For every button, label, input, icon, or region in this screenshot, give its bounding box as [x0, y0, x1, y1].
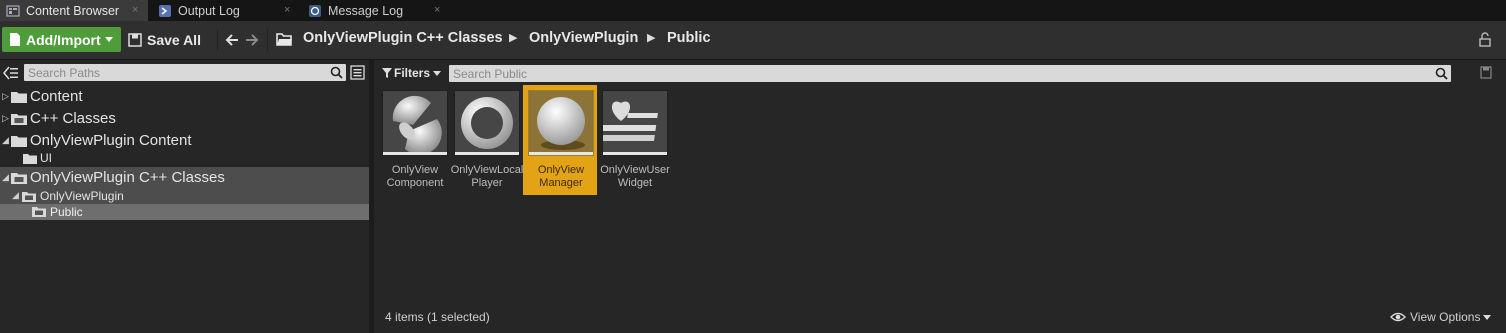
expand-arrow-icon[interactable]: ▷: [2, 113, 9, 124]
view-options-button[interactable]: View Options: [1390, 310, 1492, 324]
tree-item-label: OnlyViewPlugin C++ Classes: [30, 169, 225, 186]
tab-content-browser[interactable]: Content Browser ×: [0, 0, 148, 21]
asset-thumbnail: [454, 90, 520, 156]
asset-thumbnail: [528, 90, 594, 156]
tree-item-public[interactable]: Public: [0, 204, 369, 220]
chevron-down-icon: [104, 36, 113, 42]
collapse-arrow-icon[interactable]: ◢: [2, 135, 9, 146]
ring-icon: [461, 97, 513, 149]
tab-bar: Content Browser × Output Log × Message L…: [0, 0, 1506, 21]
asset-name: OnlyViewLocal Player: [450, 164, 524, 189]
tab-message-log[interactable]: Message Log ×: [302, 0, 448, 21]
view-options-label: View Options: [1410, 310, 1481, 324]
component-sphere-icon: [392, 95, 442, 155]
forward-arrow-icon[interactable]: [245, 33, 259, 47]
asset-name: OnlyView Component: [386, 164, 444, 189]
chevron-down-icon: [433, 70, 442, 76]
search-paths-field[interactable]: [24, 64, 346, 82]
collapse-arrow-icon[interactable]: ◢: [2, 172, 9, 183]
filters-button[interactable]: Filters: [382, 64, 442, 82]
new-file-icon: [10, 33, 20, 46]
code-folder-icon: [11, 173, 27, 184]
asset-name: OnlyView Manager: [537, 164, 585, 189]
breadcrumb-separator-icon[interactable]: ▶: [509, 31, 517, 44]
folder-icon: [23, 154, 37, 164]
folder-open-icon[interactable]: [276, 32, 293, 46]
breadcrumb-item[interactable]: OnlyViewPlugin C++ Classes: [303, 30, 503, 46]
asset-thumbnail: [382, 90, 448, 156]
tab-output-log[interactable]: Output Log ×: [152, 0, 298, 21]
output-log-icon: [159, 4, 171, 17]
eye-icon: [1390, 312, 1406, 322]
close-icon[interactable]: ×: [284, 4, 290, 16]
search-icon[interactable]: [330, 66, 343, 79]
divider: [217, 29, 218, 51]
tree-item-plugin-content[interactable]: ◢ OnlyViewPlugin Content: [0, 131, 369, 151]
collapse-arrow-icon[interactable]: ◢: [12, 190, 19, 201]
save-icon: [128, 32, 142, 47]
search-icon[interactable]: [1435, 67, 1448, 80]
tree-item-label: UI: [40, 151, 52, 165]
breadcrumb-separator-icon[interactable]: ▶: [647, 31, 655, 44]
tab-label: Message Log: [328, 3, 404, 18]
tree-item-label: OnlyViewPlugin: [40, 189, 124, 203]
close-icon[interactable]: ×: [132, 4, 138, 16]
breadcrumb-item[interactable]: Public: [667, 30, 711, 46]
tree-item-content[interactable]: ▷ Content: [0, 87, 369, 107]
content-browser-icon: [6, 4, 20, 17]
path-tree-panel: ▷ Content ▷ C++ Classes ◢ OnlyViewPlugin…: [0, 60, 369, 333]
divider: [267, 29, 268, 51]
folder-icon: [11, 136, 27, 147]
lock-icon[interactable]: [1478, 32, 1492, 47]
tree-item-label: Public: [50, 205, 83, 219]
tree-item-onlyviewplugin[interactable]: ◢ OnlyViewPlugin: [0, 189, 369, 204]
breadcrumb-item[interactable]: OnlyViewPlugin: [529, 30, 638, 46]
tab-label: Content Browser: [26, 3, 120, 18]
tree-item-plugin-cpp-classes[interactable]: ◢ OnlyViewPlugin C++ Classes: [0, 167, 369, 189]
asset-name: OnlyViewUser Widget: [600, 164, 670, 189]
search-paths-input[interactable]: [24, 64, 318, 82]
code-folder-icon: [11, 114, 27, 125]
close-icon[interactable]: ×: [434, 4, 440, 16]
folder-icon: [11, 92, 27, 103]
save-search-icon[interactable]: [1480, 66, 1492, 79]
tree-item-label: Content: [30, 88, 83, 105]
code-folder-icon: [32, 207, 46, 217]
tree-item-cpp-classes[interactable]: ▷ C++ Classes: [0, 109, 369, 129]
filters-label: Filters: [394, 66, 431, 80]
save-all-label: Save All: [147, 31, 201, 48]
tab-label: Output Log: [178, 3, 240, 18]
item-count-status: 4 items (1 selected): [385, 310, 490, 324]
filter-icon: [382, 68, 392, 78]
code-folder-icon: [22, 192, 36, 202]
expand-arrow-icon[interactable]: ▷: [2, 91, 9, 102]
tree-item-label: OnlyViewPlugin Content: [30, 132, 192, 149]
message-log-icon: [309, 4, 321, 17]
heart-widget-icon: [599, 101, 658, 141]
asset-thumbnail: [599, 90, 668, 156]
back-arrow-icon[interactable]: [225, 33, 239, 47]
collapse-sources-icon[interactable]: [3, 66, 19, 80]
view-options-list-icon[interactable]: [350, 65, 365, 80]
save-all-button[interactable]: Save All: [128, 27, 201, 52]
tree-item-ui[interactable]: UI: [0, 151, 369, 166]
add-import-label: Add/Import: [26, 31, 101, 48]
add-import-button[interactable]: Add/Import: [2, 27, 121, 52]
sphere-icon: [537, 97, 585, 150]
search-assets-field[interactable]: [449, 65, 1451, 83]
asset-view-panel: Filters OnlyViewComponent: [374, 60, 1506, 333]
search-assets-input[interactable]: [449, 65, 1355, 83]
chevron-down-icon: [1483, 314, 1492, 320]
toolbar: Add/Import Save All OnlyViewPlugin C++ C…: [0, 21, 1506, 60]
tree-item-label: C++ Classes: [30, 110, 116, 127]
